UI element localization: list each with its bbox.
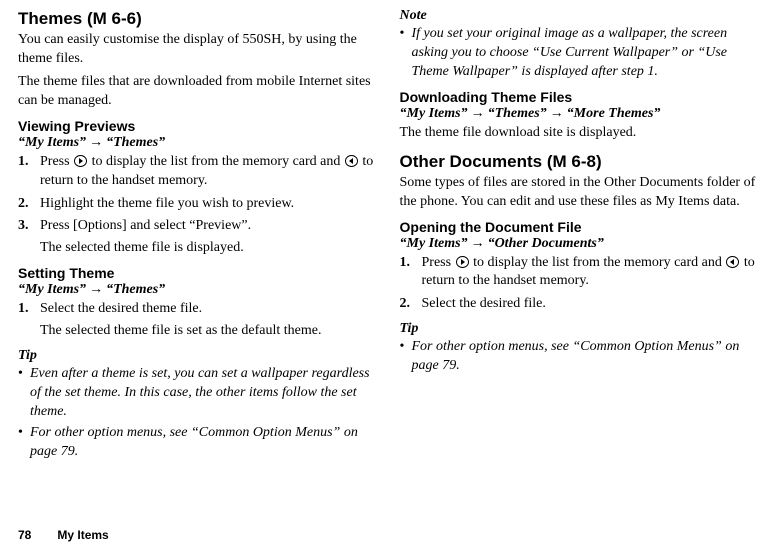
right-key-icon [74,155,87,167]
left-column: Themes (M 6-6) You can easily customise … [18,8,380,464]
nav-path: “My Items”→“Themes” [18,282,380,298]
path-segment: “My Items” [18,135,86,150]
note-item: • If you set your original image as a wa… [400,25,762,82]
tip-list: • For other option menus, see “Common Op… [400,338,762,376]
arrow-icon: → [468,236,488,251]
heading-code: (M 6-8) [542,152,602,171]
arrow-icon: → [468,106,488,121]
path-segment: “My Items” [400,236,468,251]
arrow-icon: → [86,282,106,297]
step-body: Highlight the theme file you wish to pre… [40,195,380,214]
path-segment: “More Themes” [567,106,661,121]
step-item: 2. Select the desired file. [400,295,762,314]
nav-path: “My Items”→“Themes” [18,135,380,151]
step-number: 1. [18,153,40,191]
left-key-icon [345,155,358,167]
tip-item: • For other option menus, see “Common Op… [18,424,380,462]
subhead-setting-theme: Setting Theme [18,265,380,281]
step-item: 1. Press to display the list from the me… [400,254,762,292]
heading-text: Themes [18,9,82,28]
intro-paragraph: You can easily customise the display of … [18,31,380,69]
step-number: 3. [18,217,40,258]
step-item: 3. Press [Options] and select “Preview”.… [18,217,380,258]
path-segment: “Themes” [488,106,547,121]
path-segment: “My Items” [400,106,468,121]
arrow-icon: → [547,106,567,121]
tip-list: • Even after a theme is set, you can set… [18,365,380,461]
note-text: If you set your original image as a wall… [412,25,762,82]
right-column: Note • If you set your original image as… [400,8,762,464]
subhead-downloading: Downloading Theme Files [400,89,762,105]
step-sub: The selected theme file is displayed. [40,239,380,258]
tip-heading: Tip [18,348,380,364]
path-segment: “Themes” [106,135,165,150]
step-body: Select the desired file. [422,295,762,314]
bullet-icon: • [18,424,30,462]
footer-section: My Items [57,528,108,542]
heading-other-documents: Other Documents (M 6-8) [400,151,762,172]
nav-path: “My Items”→“Themes”→“More Themes” [400,106,762,122]
heading-themes: Themes (M 6-6) [18,8,380,29]
path-segment: “My Items” [18,282,86,297]
step-number: 1. [18,300,40,341]
subhead-opening-doc: Opening the Document File [400,219,762,235]
bullet-icon: • [400,25,412,82]
path-segment: “Other Documents” [488,236,604,251]
steps-list: 1. Press to display the list from the me… [18,153,380,258]
path-segment: “Themes” [106,282,165,297]
body-paragraph: Some types of files are stored in the Ot… [400,174,762,212]
arrow-icon: → [86,135,106,150]
tip-text: For other option menus, see “Common Opti… [412,338,762,376]
step-body: Press to display the list from the memor… [422,254,762,292]
step-number: 2. [400,295,422,314]
step-number: 1. [400,254,422,292]
bullet-icon: • [400,338,412,376]
step-sub: The selected theme file is set as the de… [40,322,380,341]
step-body: Press to display the list from the memor… [40,153,380,191]
intro-paragraph: The theme files that are downloaded from… [18,73,380,111]
page-number: 78 [18,528,31,542]
subhead-viewing-previews: Viewing Previews [18,118,380,134]
step-item: 1. Press to display the list from the me… [18,153,380,191]
step-body: Select the desired theme file. The selec… [40,300,380,341]
tip-text: For other option menus, see “Common Opti… [30,424,380,462]
steps-list: 1. Select the desired theme file. The se… [18,300,380,341]
tip-item: • Even after a theme is set, you can set… [18,365,380,422]
page-footer: 78 My Items [18,528,109,542]
heading-text: Other Documents [400,152,543,171]
left-key-icon [726,256,739,268]
steps-list: 1. Press to display the list from the me… [400,254,762,315]
note-list: • If you set your original image as a wa… [400,25,762,82]
step-body: Press [Options] and select “Preview”. Th… [40,217,380,258]
step-item: 1. Select the desired theme file. The se… [18,300,380,341]
tip-heading: Tip [400,321,762,337]
note-heading: Note [400,8,762,24]
bullet-icon: • [18,365,30,422]
right-key-icon [456,256,469,268]
tip-text: Even after a theme is set, you can set a… [30,365,380,422]
heading-code: (M 6-6) [82,9,142,28]
body-paragraph: The theme file download site is displaye… [400,124,762,143]
tip-item: • For other option menus, see “Common Op… [400,338,762,376]
step-number: 2. [18,195,40,214]
step-item: 2. Highlight the theme file you wish to … [18,195,380,214]
nav-path: “My Items”→“Other Documents” [400,236,762,252]
